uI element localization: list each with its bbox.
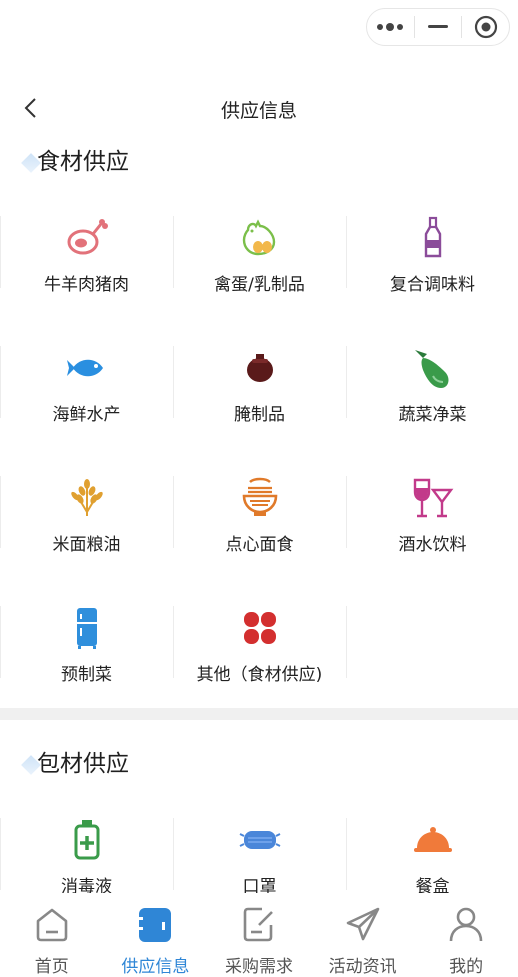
mask-icon [238,818,282,862]
category-label: 牛羊肉猪肉 [44,275,129,295]
more-menu-button[interactable] [367,9,414,45]
tab-label: 采购需求 [224,957,293,977]
category-label: 米面粮油 [52,535,121,555]
wheat-icon [65,476,109,520]
eggplant-icon [411,346,455,390]
food-cloche-icon [411,818,455,862]
category-item-pickled[interactable]: 腌制品 [173,346,346,476]
category-label: 酒水饮料 [398,535,467,555]
category-label: 其他（食材供应) [196,665,323,685]
category-label: 复合调味料 [390,275,475,295]
section-header-food: 食材供应 [0,136,518,176]
category-label: 蔬菜净菜 [398,405,467,425]
minimize-button[interactable] [415,9,462,45]
pickle-jar-icon [238,346,282,390]
tab-label: 供应信息 [121,957,190,977]
chicken-egg-icon [238,216,282,260]
tab-label: 首页 [34,957,69,977]
close-miniprogram-button[interactable] [462,9,509,45]
category-item-vegetables[interactable]: 蔬菜净菜 [346,346,518,476]
section-title: 包材供应 [37,751,129,777]
wine-glass-icon [411,476,455,520]
user-icon [445,903,487,945]
tab-home[interactable]: 首页 [0,893,104,977]
category-item-egg-dairy[interactable]: 禽蛋/乳制品 [173,216,346,346]
miniprogram-capsule [366,8,510,46]
supply-icon [134,903,176,945]
category-item-grain-oil[interactable]: 米面粮油 [0,476,173,606]
noodle-bowl-icon [238,476,282,520]
ham-icon [65,216,109,260]
tab-mine[interactable]: 我的 [414,893,518,977]
category-item-drinks[interactable]: 酒水饮料 [346,476,518,606]
tab-label: 我的 [449,957,484,977]
purchase-edit-icon [238,903,280,945]
tab-label: 活动资讯 [328,957,397,977]
more-dots-icon [377,23,404,31]
category-item-meat[interactable]: 牛羊肉猪肉 [0,216,173,346]
disinfectant-icon [65,818,109,862]
page-title: 供应信息 [220,100,297,122]
category-label: 预制菜 [61,665,112,685]
category-label: 点心面食 [225,535,294,555]
category-item-seasoning[interactable]: 复合调味料 [346,216,518,346]
sauce-bottle-icon [411,216,455,260]
category-item-dimsum[interactable]: 点心面食 [173,476,346,606]
section-header-packaging: 包材供应 [0,738,518,778]
tab-purchase[interactable]: 采购需求 [207,893,311,977]
section-divider [0,708,518,720]
home-icon [31,903,73,945]
category-label: 禽蛋/乳制品 [214,275,305,295]
category-label: 海鲜水产 [52,405,121,425]
minimize-icon [428,25,448,28]
paper-plane-icon [342,903,384,945]
tab-supply[interactable]: 供应信息 [104,893,208,977]
clover-icon [238,606,282,650]
section-title: 食材供应 [37,149,129,175]
navigation-bar: 供应信息 [0,88,518,128]
target-close-icon [474,15,497,39]
category-label: 腌制品 [234,405,285,425]
fish-icon [65,346,109,390]
bottom-tab-bar: 首页 供应信息 采购需求 活动资讯 我的 [0,893,518,977]
category-item-seafood[interactable]: 海鲜水产 [0,346,173,476]
fridge-icon [65,606,109,650]
tab-activities[interactable]: 活动资讯 [311,893,415,977]
